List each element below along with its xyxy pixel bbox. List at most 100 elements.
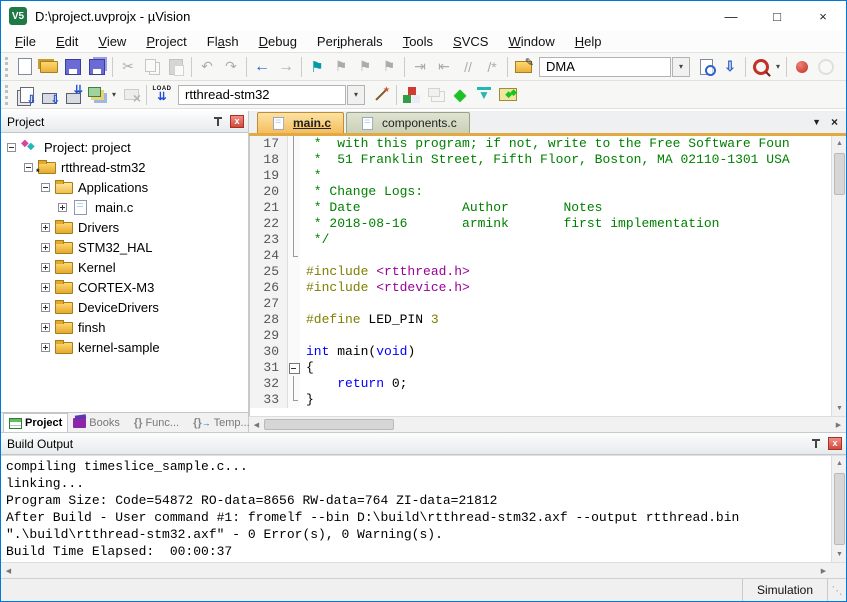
build-icon[interactable]	[37, 83, 61, 107]
fold-collapse-icon[interactable]	[288, 360, 300, 376]
tree-item-finsh[interactable]: finsh	[1, 317, 248, 337]
build-vertical-scrollbar[interactable]: ▲ ▼	[831, 456, 846, 562]
expand-plus-icon[interactable]	[41, 323, 50, 332]
navigate-back-icon[interactable]: ←	[250, 55, 274, 79]
menu-view[interactable]: View	[88, 31, 136, 52]
tree-item-devicedrivers[interactable]: DeviceDrivers	[1, 297, 248, 317]
code-editor[interactable]: 17 * with this program; if not, write to…	[250, 136, 831, 416]
function-editor-icon[interactable]: ◆	[448, 83, 472, 107]
fold-margin	[288, 136, 300, 152]
scroll-left-icon[interactable]: ◀	[249, 417, 264, 433]
configure-target-icon[interactable]	[496, 83, 520, 107]
expand-plus-icon[interactable]	[41, 343, 50, 352]
expand-plus-icon[interactable]	[41, 283, 50, 292]
menu-file[interactable]: File	[5, 31, 46, 52]
scroll-left-icon[interactable]: ◀	[1, 563, 16, 579]
project-tree: Project: project*rtthread-stm32Applicati…	[1, 133, 248, 412]
close-button[interactable]: ×	[800, 1, 846, 31]
editor-horizontal-scrollbar[interactable]: ◀ ▶	[249, 416, 846, 432]
save-icon[interactable]	[61, 55, 85, 79]
code-token: #include	[306, 280, 376, 295]
scroll-up-icon[interactable]: ▲	[832, 456, 846, 471]
project-panel-close-button[interactable]: x	[230, 115, 244, 128]
panel-tab-project[interactable]: Project	[3, 413, 68, 432]
batch-build-icon[interactable]	[85, 83, 109, 107]
editor-tab-main-c[interactable]: main.c	[257, 112, 344, 133]
editor-tab-components-c[interactable]: components.c	[346, 112, 470, 133]
build-horizontal-scrollbar[interactable]: ◀ ▶	[1, 562, 846, 578]
fold-margin	[288, 152, 300, 168]
expand-plus-icon[interactable]	[41, 223, 50, 232]
code-text: }	[300, 392, 314, 408]
target-select-dropdown-button[interactable]: ▾	[347, 85, 365, 105]
tree-item-main-c[interactable]: main.c	[1, 197, 248, 217]
menu-help[interactable]: Help	[565, 31, 612, 52]
open-file-icon[interactable]	[37, 55, 61, 79]
tree-item-kernel-sample[interactable]: kernel-sample	[1, 337, 248, 357]
pin-icon[interactable]	[212, 116, 224, 128]
panel-tab-books[interactable]: Books	[68, 413, 125, 432]
search-box-value[interactable]: DMA	[539, 57, 671, 77]
collapse-minus-icon[interactable]	[7, 143, 16, 152]
tree-item-cortex-m3[interactable]: CORTEX-M3	[1, 277, 248, 297]
editor-vertical-scrollbar[interactable]: ▲ ▼	[831, 136, 846, 416]
save-all-icon[interactable]	[85, 55, 109, 79]
expand-plus-icon[interactable]	[41, 243, 50, 252]
maximize-button[interactable]: □	[754, 1, 800, 31]
scroll-right-icon[interactable]: ▶	[831, 417, 846, 433]
rebuild-icon[interactable]	[61, 83, 85, 107]
resize-grip-icon[interactable]: ⋱	[828, 579, 846, 601]
menu-flash[interactable]: Flash	[197, 31, 249, 52]
menu-debug[interactable]: Debug	[249, 31, 307, 52]
minimize-button[interactable]: —	[708, 1, 754, 31]
collapse-minus-icon[interactable]	[41, 183, 50, 192]
menu-svcs[interactable]: SVCS	[443, 31, 498, 52]
editor-vscroll-thumb[interactable]	[834, 153, 845, 195]
tab-list-dropdown-icon[interactable]: ▼	[812, 117, 821, 127]
options-for-target-icon[interactable]	[369, 83, 393, 107]
download-icon[interactable]: LOAD⇊	[150, 83, 174, 107]
toggle-breakpoint-icon[interactable]	[790, 55, 814, 79]
search-box-dropdown-button[interactable]: ▾	[672, 57, 690, 77]
toolbar-grip[interactable]	[5, 85, 8, 105]
panel-tab-temp[interactable]: {}Temp...	[188, 413, 255, 432]
scroll-down-icon[interactable]: ▼	[832, 547, 846, 562]
editor-hscroll-thumb[interactable]	[264, 419, 394, 430]
filter-windows-icon[interactable]: ▼	[472, 83, 496, 107]
new-file-icon[interactable]	[13, 55, 37, 79]
tree-item-project-project[interactable]: Project: project	[1, 137, 248, 157]
scroll-up-icon[interactable]: ▲	[832, 136, 846, 151]
expand-plus-icon[interactable]	[58, 203, 67, 212]
tree-item-kernel[interactable]: Kernel	[1, 257, 248, 277]
toolbar-grip[interactable]	[5, 57, 8, 77]
menu-peripherals[interactable]: Peripherals	[307, 31, 393, 52]
insert-bookmark-icon[interactable]: ⚑	[305, 55, 329, 79]
dropdown-caret-icon[interactable]: ▾	[773, 62, 783, 71]
incremental-find-icon[interactable]: ⇩	[718, 55, 742, 79]
menu-tools[interactable]: Tools	[393, 31, 443, 52]
expand-plus-icon[interactable]	[41, 303, 50, 312]
panel-tab-func[interactable]: {}Func...	[129, 413, 184, 432]
menu-project[interactable]: Project	[136, 31, 196, 52]
menu-window[interactable]: Window	[498, 31, 564, 52]
tree-item-drivers[interactable]: Drivers	[1, 217, 248, 237]
code-coverage-icon[interactable]	[749, 55, 773, 79]
menu-edit[interactable]: Edit	[46, 31, 88, 52]
translate-file-icon[interactable]	[13, 83, 37, 107]
scroll-down-icon[interactable]: ▼	[832, 401, 846, 416]
find-in-files-icon[interactable]	[511, 55, 535, 79]
dropdown-caret-icon[interactable]: ▾	[109, 90, 119, 99]
pin-icon[interactable]	[810, 438, 822, 450]
collapse-minus-icon[interactable]	[24, 163, 33, 172]
tree-item-rtthread-stm32[interactable]: *rtthread-stm32	[1, 157, 248, 177]
target-select-value[interactable]: rtthread-stm32	[178, 85, 346, 105]
manage-rte-icon[interactable]	[400, 83, 424, 107]
tree-item-applications[interactable]: Applications	[1, 177, 248, 197]
tab-close-icon[interactable]: ×	[831, 115, 838, 129]
expand-plus-icon[interactable]	[41, 263, 50, 272]
build-vscroll-thumb[interactable]	[834, 473, 845, 545]
search-in-files-icon[interactable]	[694, 55, 718, 79]
tree-item-stm32-hal[interactable]: STM32_HAL	[1, 237, 248, 257]
scroll-right-icon[interactable]: ▶	[816, 563, 831, 579]
build-output-close-button[interactable]: x	[828, 437, 842, 450]
